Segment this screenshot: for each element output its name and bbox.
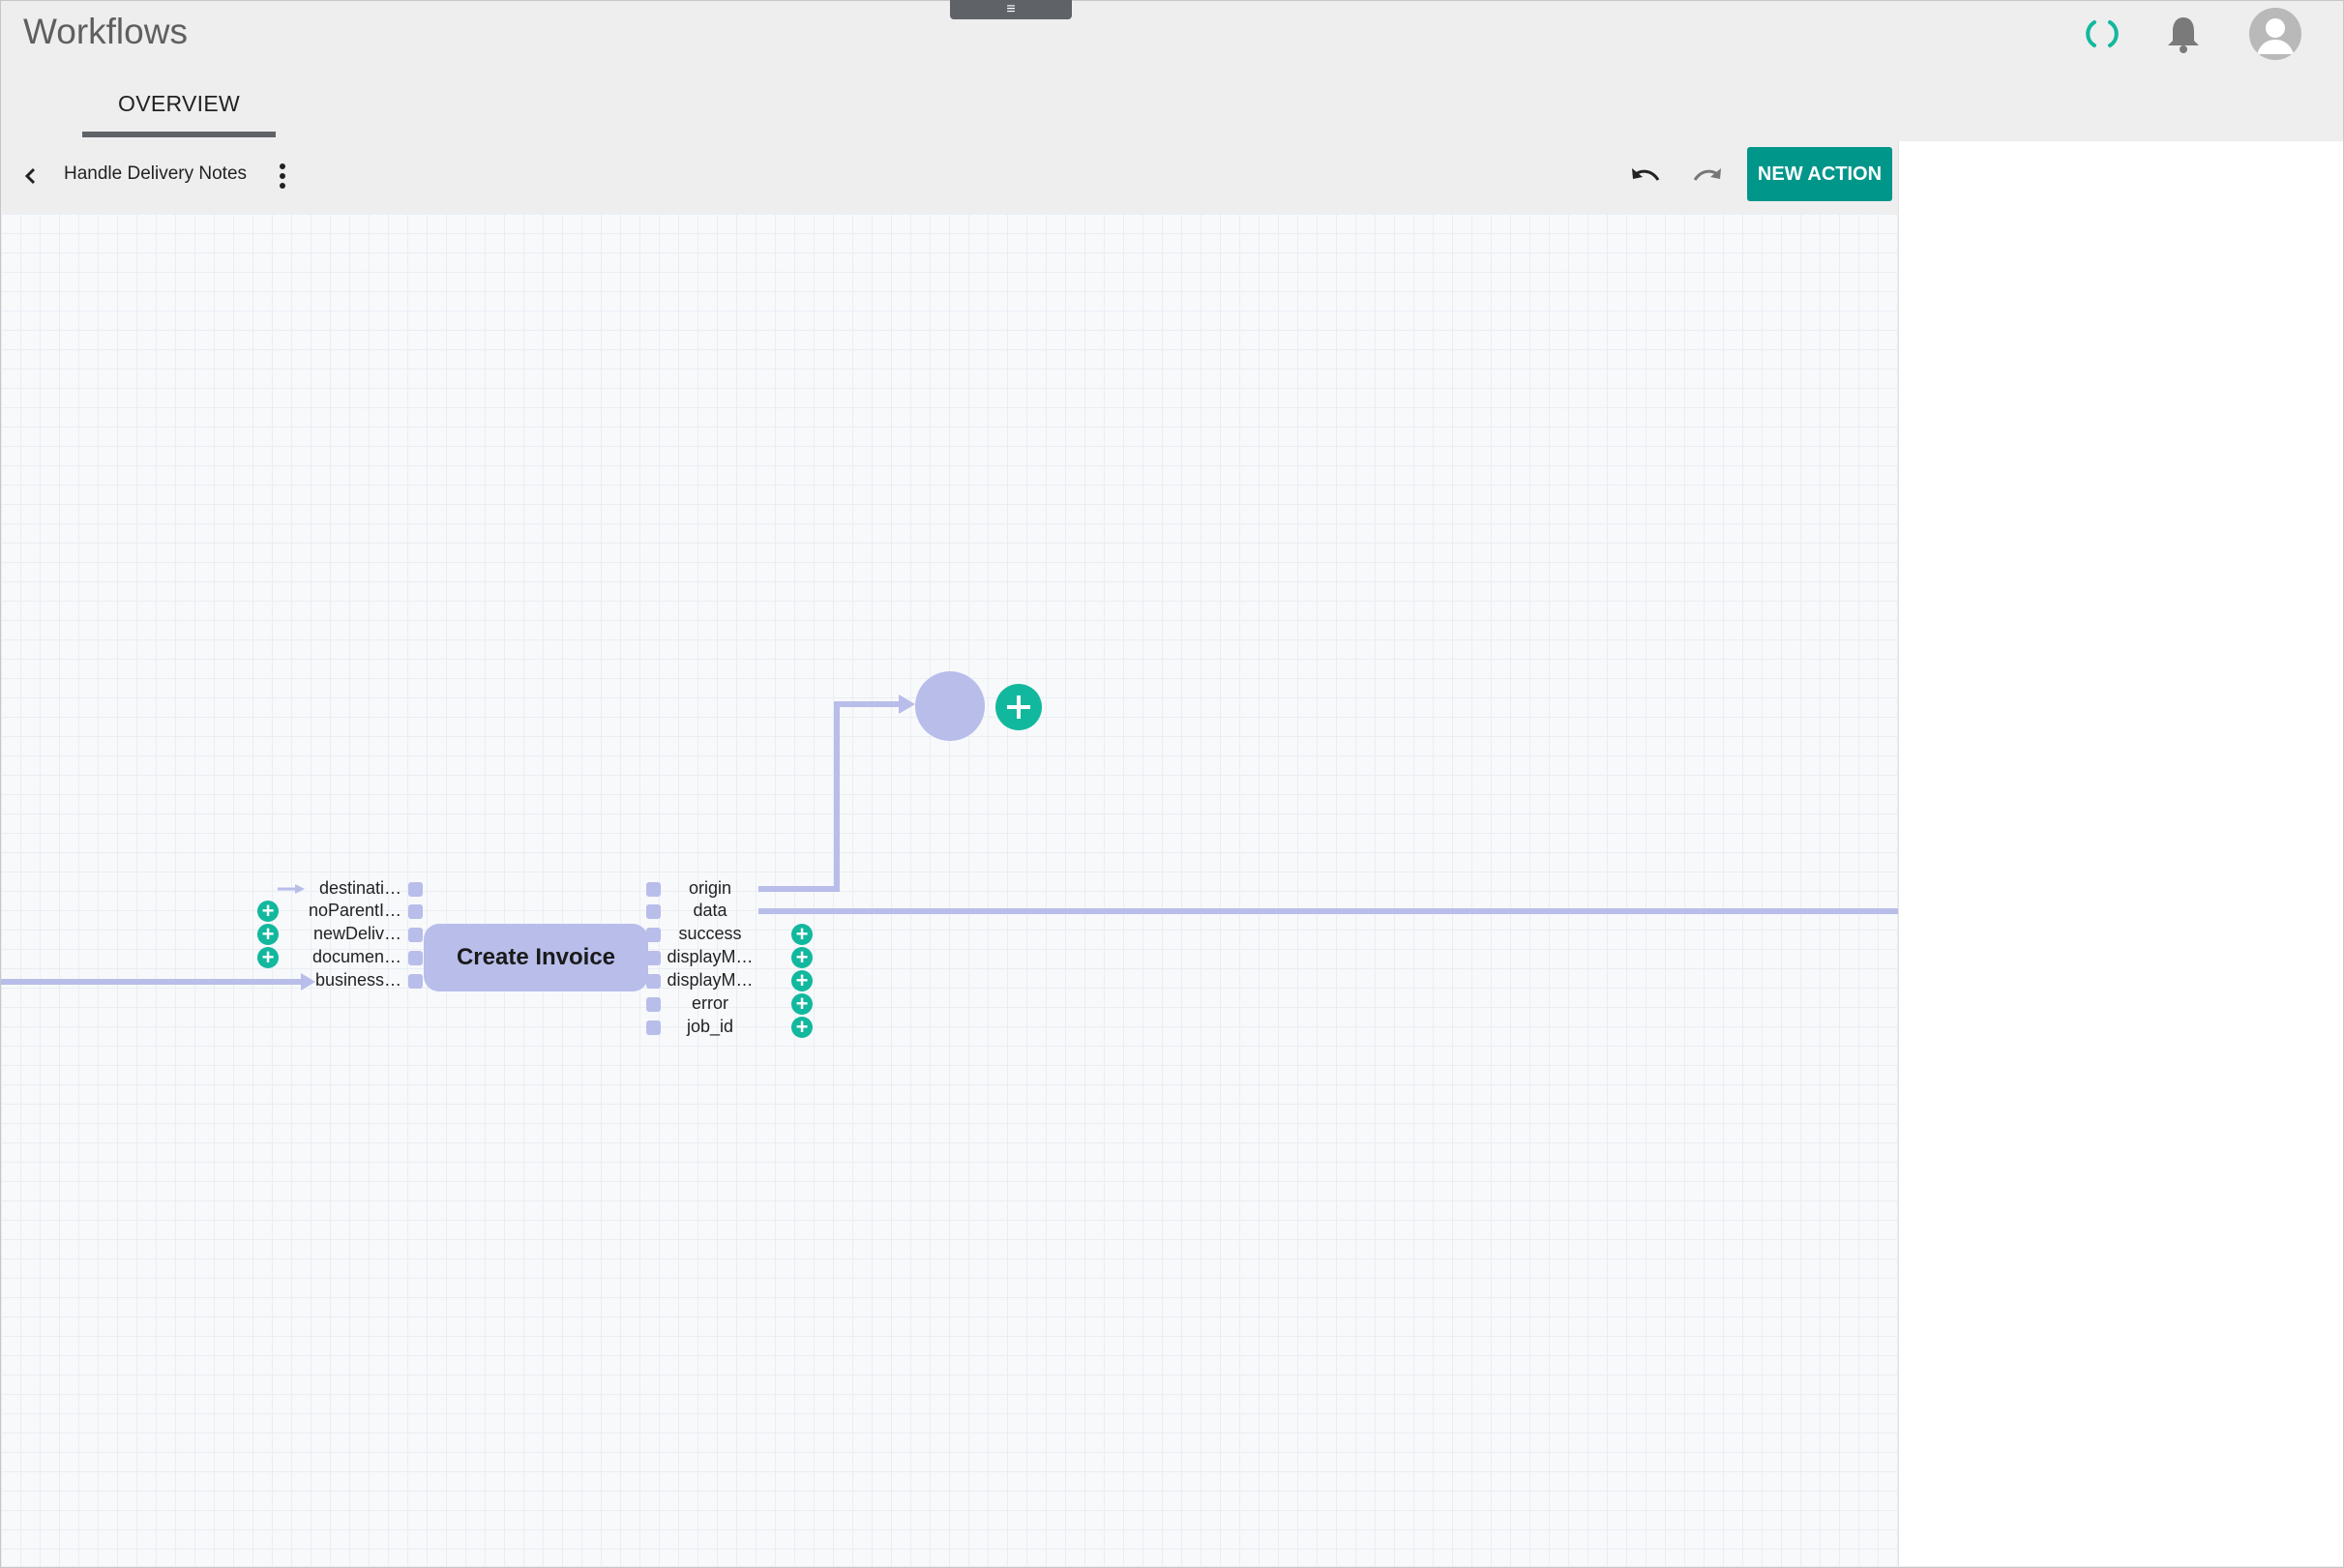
add-output-action-button[interactable]: + xyxy=(791,970,813,991)
input-port[interactable] xyxy=(408,974,423,989)
output-port-label: error xyxy=(691,993,728,1013)
tab-overview-label: OVERVIEW xyxy=(118,91,240,116)
menu-handle[interactable]: ≡ xyxy=(950,0,1072,19)
input-port-label: documen… xyxy=(312,947,401,966)
hamburger-icon: ≡ xyxy=(1006,1,1016,17)
add-output-action-button[interactable]: + xyxy=(791,947,813,968)
input-port[interactable] xyxy=(408,904,423,919)
add-input-button[interactable]: + xyxy=(257,947,279,968)
output-port[interactable] xyxy=(646,1021,661,1035)
tab-overview[interactable]: OVERVIEW xyxy=(82,79,276,137)
input-port-label: noParentI… xyxy=(308,901,401,920)
redo-button[interactable] xyxy=(1690,163,1725,192)
details-panel xyxy=(1898,141,2343,1566)
workflow-name: Handle Delivery Notes xyxy=(64,163,248,184)
new-action-button[interactable]: NEW ACTION xyxy=(1747,147,1892,201)
output-port[interactable] xyxy=(646,928,661,942)
node-title: Create Invoice xyxy=(456,944,616,970)
sync-icon[interactable] xyxy=(2083,16,2121,51)
chevron-left-icon xyxy=(24,167,36,185)
input-port-label: newDeliv… xyxy=(312,924,401,943)
add-output-action-button[interactable]: + xyxy=(791,924,813,945)
output-port[interactable] xyxy=(646,882,661,897)
more-options-button[interactable] xyxy=(274,161,291,192)
output-port[interactable] xyxy=(646,951,661,965)
output-port[interactable] xyxy=(646,974,661,989)
plus-icon xyxy=(1007,695,1030,719)
app-title: Workflows xyxy=(23,12,188,51)
input-port-label: destinati… xyxy=(318,878,401,898)
back-button[interactable] xyxy=(17,163,45,190)
input-port[interactable] xyxy=(408,882,423,897)
output-port-label: job_id xyxy=(686,1017,734,1036)
redo-icon xyxy=(1693,168,1721,181)
output-port-label: displayM… xyxy=(667,970,754,990)
add-input-button[interactable]: + xyxy=(257,901,279,922)
tab-active-indicator xyxy=(82,132,276,137)
add-output-action-button[interactable]: + xyxy=(791,993,813,1015)
undo-icon xyxy=(1632,168,1660,181)
add-output-action-button[interactable]: + xyxy=(791,1017,813,1038)
input-port[interactable] xyxy=(408,928,423,942)
action-node-create-invoice[interactable]: Create Invoice xyxy=(424,924,648,991)
bell-icon[interactable] xyxy=(2165,14,2202,54)
output-port-label: displayM… xyxy=(667,947,754,966)
input-port-label: business… xyxy=(314,970,401,990)
end-node[interactable] xyxy=(915,671,985,741)
output-port[interactable] xyxy=(646,997,661,1012)
add-action-button[interactable] xyxy=(995,684,1042,730)
output-port-label: success xyxy=(678,924,742,943)
add-input-button[interactable]: + xyxy=(257,924,279,945)
output-port-label: origin xyxy=(688,878,732,898)
more-vert-icon xyxy=(280,163,285,189)
input-port[interactable] xyxy=(408,951,423,965)
output-port[interactable] xyxy=(646,904,661,919)
user-avatar-icon[interactable] xyxy=(2249,8,2301,60)
undo-button[interactable] xyxy=(1628,163,1663,192)
output-port-label: data xyxy=(693,901,727,920)
